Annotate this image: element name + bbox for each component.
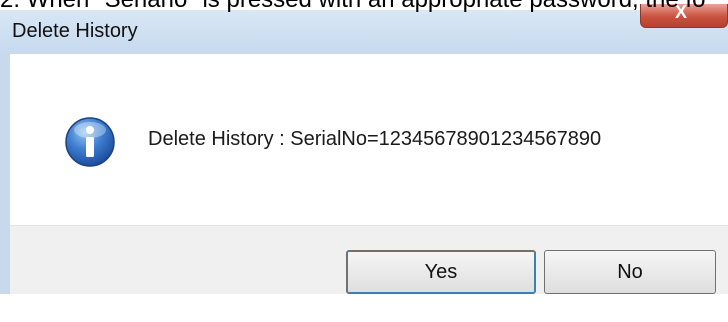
document-text-fragment: 2. When "Senario" is pressed with an app… xyxy=(0,0,705,14)
dialog-message: Delete History : SerialNo=12345678901234… xyxy=(148,128,602,150)
screenshot: Delete History X Delete History : Serial… xyxy=(0,0,728,322)
yes-button[interactable]: Yes xyxy=(346,250,536,294)
no-button[interactable]: No xyxy=(544,250,716,294)
dialog-bottom-edge xyxy=(0,294,728,322)
delete-history-dialog: Delete History X Delete History : Serial… xyxy=(0,0,728,322)
info-icon xyxy=(65,117,115,167)
dialog-title: Delete History xyxy=(12,20,138,42)
dialog-frame-left xyxy=(0,54,10,294)
